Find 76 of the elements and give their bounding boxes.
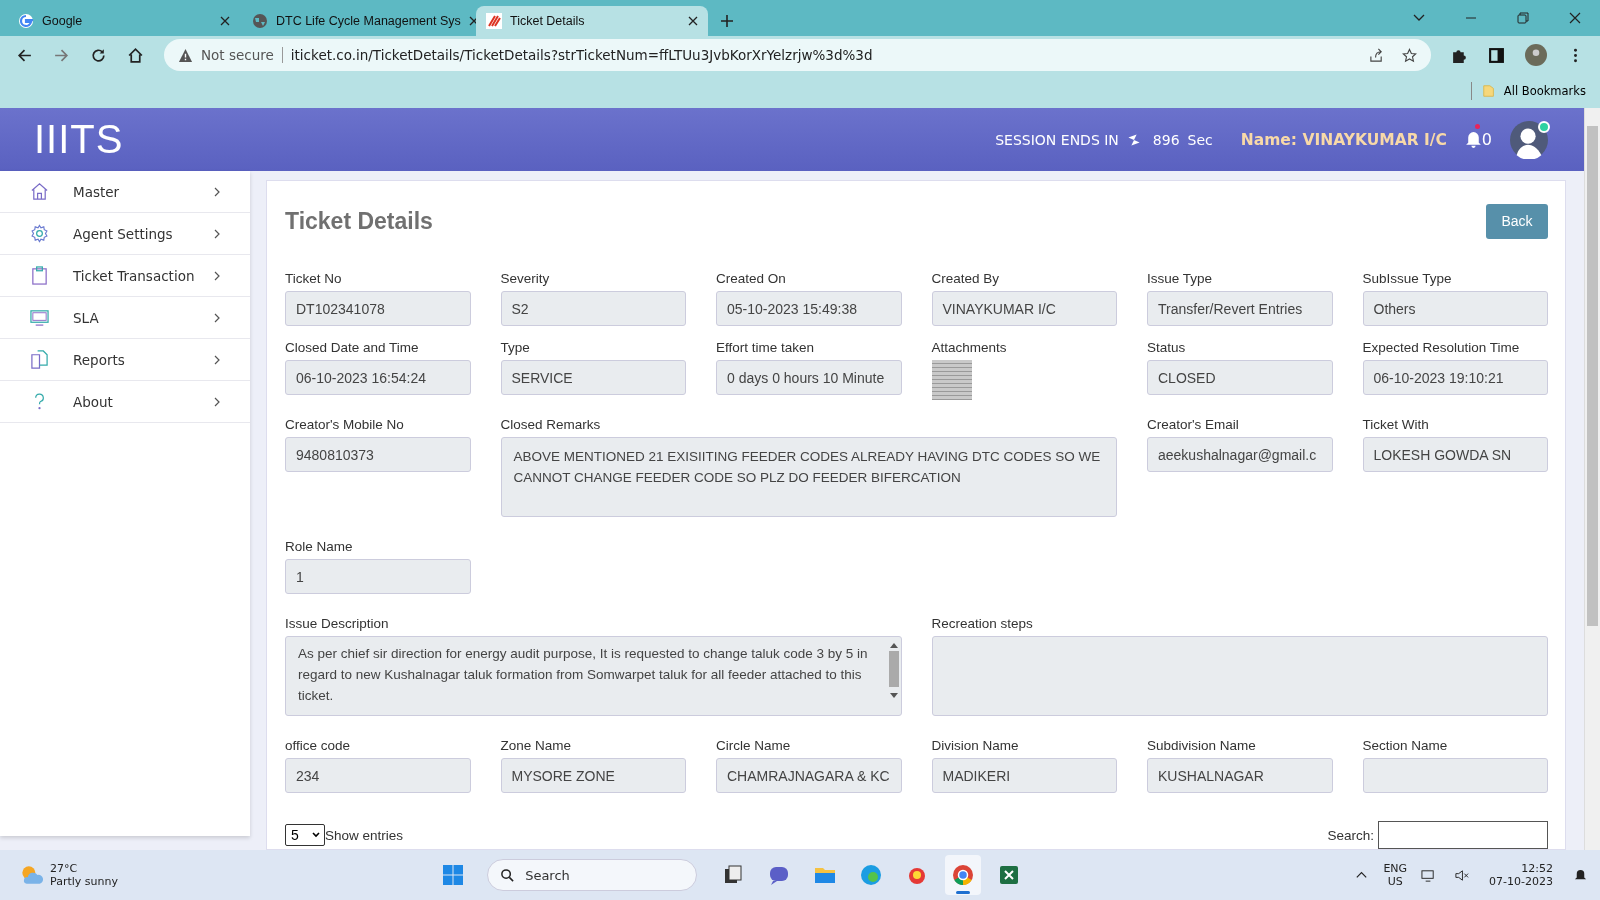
input-field[interactable]: Others: [1362, 291, 1548, 326]
input-field[interactable]: 9480810373: [285, 437, 471, 472]
sidebar-item[interactable]: Master: [0, 171, 250, 213]
field-label: office code: [285, 737, 352, 755]
sidebar-item[interactable]: SLA: [0, 297, 250, 339]
input-field[interactable]: Transfer/Revert Entries: [1147, 291, 1333, 326]
page-title: Ticket Details: [285, 207, 434, 235]
sidebar-item[interactable]: Reports: [0, 339, 250, 381]
browser-tab[interactable]: Google: [8, 6, 240, 36]
input-field[interactable]: 1: [285, 559, 471, 594]
field-label: Creator's Email: [1147, 416, 1240, 434]
sidebar-item[interactable]: Agent Settings: [0, 213, 250, 255]
entries-select[interactable]: 5: [285, 824, 325, 846]
field-label: SubIssue Type: [1362, 270, 1453, 288]
input-field[interactable]: DT102341078: [285, 291, 471, 326]
field-label: Closed Remarks: [500, 416, 602, 434]
url-text: iticket.co.in/TicketDetails/TicketDetails?strTicketNum=ffLTUu3JvbKorXrYelzrjw%3d%3d: [290, 47, 873, 63]
input-field[interactable]: CLOSED: [1147, 360, 1333, 395]
security-label: Not secure: [201, 47, 283, 63]
field-label: Section Name: [1362, 737, 1449, 755]
input-field[interactable]: VINAYKUMAR I/C: [931, 291, 1117, 326]
taskbar-search[interactable]: Search: [487, 859, 698, 891]
input-field[interactable]: KUSHALNAGAR: [1147, 758, 1333, 793]
weather-widget[interactable]: 27°C Partly sunny: [18, 862, 118, 888]
field-label: Division Name: [931, 737, 1020, 755]
field-label: Zone Name: [500, 737, 573, 755]
language-indicator[interactable]: ENG US: [1383, 862, 1408, 888]
bookmarks-folder[interactable]: All Bookmarks: [1481, 84, 1586, 98]
user-name: Name: VINAYKUMAR I/C: [1240, 130, 1447, 149]
entries-label: Show entries: [325, 827, 404, 843]
sidebar-item[interactable]: About: [0, 381, 250, 423]
weather-condition: Partly sunny: [50, 875, 118, 888]
field-label: Created On: [716, 270, 787, 288]
field-label: Severity: [500, 270, 551, 288]
input-field[interactable]: LOKESH GOWDA SN: [1362, 437, 1548, 472]
input-field[interactable]: 234: [285, 758, 471, 793]
field-label: Status: [1147, 339, 1187, 357]
app-logo: IIITS: [34, 117, 124, 162]
field-label: Role Name: [285, 538, 354, 556]
input-field[interactable]: 05-10-2023 15:49:38: [716, 291, 902, 326]
input-field[interactable]: 0 days 0 hours 10 Minute: [716, 360, 902, 395]
field-label: Created By: [931, 270, 1001, 288]
input-field[interactable]: 06-10-2023 19:10:21: [1362, 360, 1548, 395]
field-label: Attachments: [931, 339, 1008, 357]
session-unit: Sec: [1187, 131, 1213, 148]
sidebar-item[interactable]: Ticket Transaction: [0, 255, 250, 297]
notification-count: 0: [1481, 130, 1492, 149]
description-text: As per chief sir direction for energy audit purpose, It is requested to change taluk code 3 by 5 in regard to new Kushalnagar taluk formation from Somwarpet taluk for all feeder attached to this ticket.: [298, 645, 869, 705]
field-label: Effort time taken: [716, 339, 816, 357]
field-label: Ticket No: [285, 270, 343, 288]
input-field[interactable]: aeekushalnagar@gmail.c: [1147, 437, 1333, 472]
field-label: Issue Type: [1147, 270, 1214, 288]
session-label: SESSION ENDS IN: [995, 131, 1119, 148]
input-field[interactable]: 06-10-2023 16:54:24: [285, 360, 471, 395]
field-label: Closed Date and Time: [285, 339, 420, 357]
field-label: Subdivision Name: [1147, 737, 1257, 755]
field-label: Ticket With: [1362, 416, 1430, 434]
field-label: Expected Resolution Time: [1362, 339, 1521, 357]
field-label: Circle Name: [716, 737, 792, 755]
address-bar[interactable]: Not secure iticket.co.in/TicketDetails/TicketDetails?strTicketNum=ffLTUu3JvbKorXrYelzrjw%3d%3d: [164, 39, 1431, 71]
input-field[interactable]: MADIKERI: [931, 758, 1117, 793]
session-count: 896: [1152, 131, 1180, 148]
field-label: Recreation steps: [931, 615, 1034, 633]
input-field[interactable]: S2: [500, 291, 686, 326]
temperature: 27°C: [50, 862, 79, 875]
clock[interactable]: 12:52 07-10-2023: [1489, 862, 1553, 888]
browser-tab[interactable]: Ticket Details: [476, 6, 708, 36]
field-label: Creator's Mobile No: [285, 416, 405, 434]
input-field[interactable]: SERVICE: [500, 360, 686, 395]
search-label: Search:: [1327, 827, 1374, 843]
text-area[interactable]: ABOVE MENTIONED 21 EXISIITING FEEDER CODES ALREADY HAVING DTC CODES SO WE CANNOT CHANGE FEEDER CODE SO PLZ DO FEEDER BIFERCATION: [500, 437, 1117, 517]
input-field[interactable]: MYSORE ZONE: [500, 758, 686, 793]
back-button[interactable]: Back: [1486, 203, 1548, 239]
input-field[interactable]: CHAMRAJNAGARA & KC: [716, 758, 902, 793]
field-label: Type: [500, 339, 531, 357]
field-label: Issue Description: [285, 615, 390, 633]
